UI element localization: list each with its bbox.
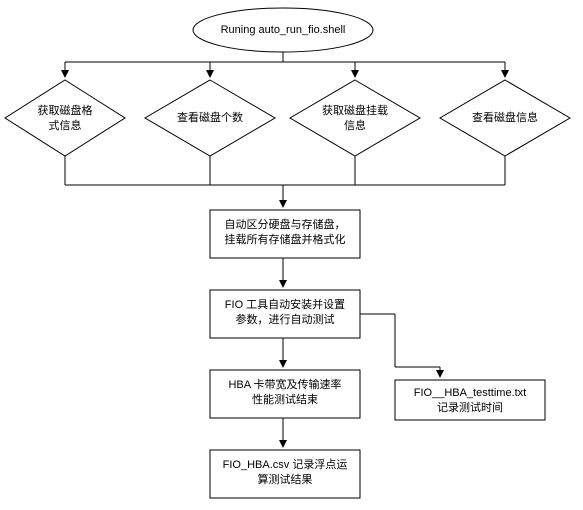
node-start bbox=[193, 8, 373, 52]
node-d1 bbox=[5, 80, 125, 156]
node-p3 bbox=[210, 370, 360, 418]
flowchart-canvas bbox=[0, 0, 583, 510]
node-d3 bbox=[290, 80, 420, 156]
node-d2 bbox=[145, 80, 275, 156]
node-p4 bbox=[395, 380, 545, 420]
node-p2 bbox=[210, 290, 360, 338]
node-d4 bbox=[440, 80, 570, 156]
node-p5 bbox=[210, 450, 360, 498]
node-p1 bbox=[210, 210, 360, 258]
